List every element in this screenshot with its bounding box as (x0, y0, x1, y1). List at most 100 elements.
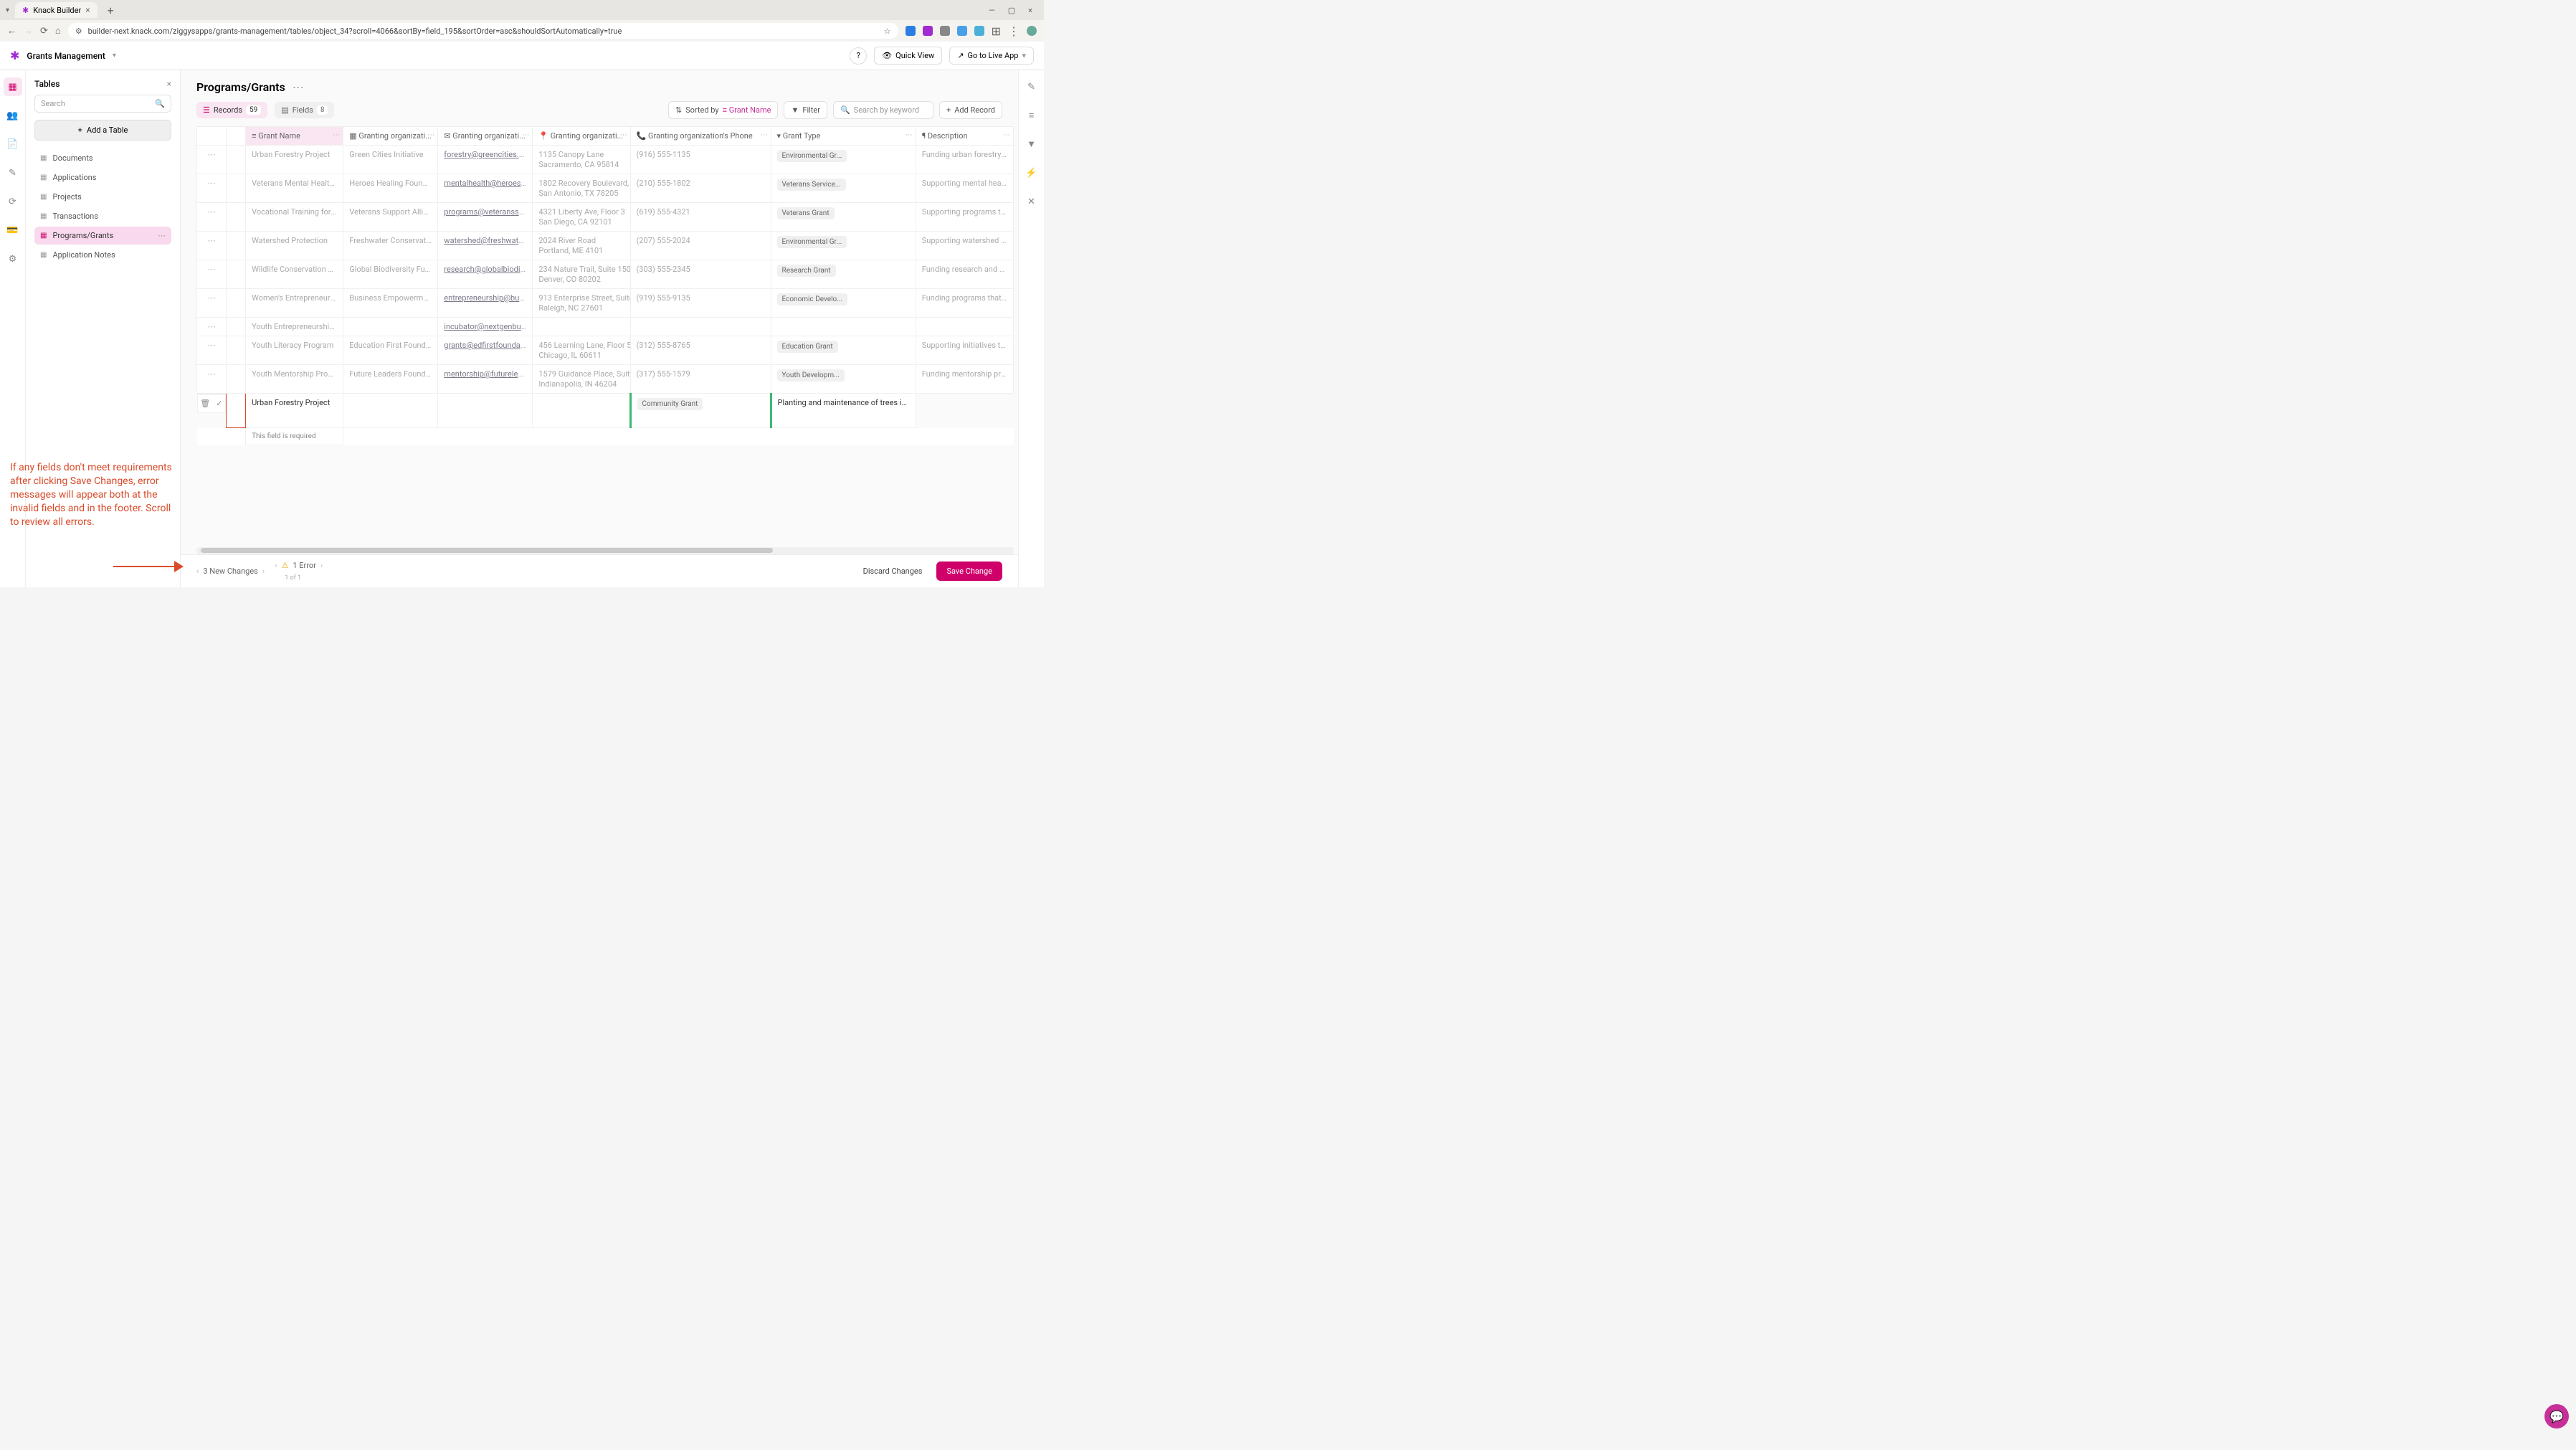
page-more-icon[interactable]: ⋯ (293, 80, 304, 94)
cell-desc[interactable] (916, 318, 1013, 336)
email-link[interactable]: research@globalbiodiver... (444, 265, 533, 274)
col-more-icon[interactable]: ⋯ (761, 131, 768, 139)
go-to-live-app-button[interactable]: ↗ Go to Live App ▾ (949, 47, 1034, 65)
table-item-projects[interactable]: ▦Projects (34, 188, 171, 206)
cell-phone[interactable]: (312) 555-8765 (630, 336, 771, 365)
delete-row-icon[interactable]: 🗑 (200, 399, 210, 408)
row-more-icon[interactable]: ⋯ (197, 318, 227, 336)
cell-phone[interactable]: (317) 555-1579 (630, 365, 771, 394)
close-window-icon[interactable]: × (1028, 6, 1032, 15)
rail-tool-3-icon[interactable]: ▼ (1022, 135, 1041, 153)
url-field[interactable]: ⚙ builder-next.knack.com/ziggysapps/gran… (68, 23, 898, 39)
extension-icon-3[interactable] (940, 26, 950, 36)
add-table-button[interactable]: + Add a Table (34, 120, 171, 141)
col-more-icon[interactable]: ⋯ (333, 131, 340, 139)
email-link[interactable]: watershed@freshwaterc... (444, 236, 533, 245)
table-row[interactable]: ⋯ Youth Literacy Program Education First… (197, 336, 1014, 365)
edit-grant-name-input[interactable] (227, 394, 246, 428)
cell-phone[interactable]: (919) 555-9135 (630, 289, 771, 318)
rail-users-icon[interactable]: 👥 (4, 106, 22, 125)
row-checkbox[interactable] (227, 146, 246, 174)
cell-org[interactable]: Future Leaders Foundation (343, 365, 438, 394)
fields-tab[interactable]: ▤ Fields 8 (275, 102, 334, 118)
cell-email[interactable]: mentorship@futureleade... (438, 365, 533, 394)
cell-phone[interactable] (630, 318, 771, 336)
email-link[interactable]: programs@veteranssupp... (444, 207, 533, 217)
edit-addr-cell[interactable] (438, 394, 533, 428)
email-link[interactable]: grants@edfirstfoundatio... (444, 341, 533, 350)
menu-icon[interactable]: ⋮ (1008, 24, 1020, 38)
cell-addr[interactable]: 1135 Canopy LaneSacramento, CA 95814 (533, 146, 630, 174)
col-granting-org[interactable]: ▦ Granting organizati...⋯ (343, 127, 438, 146)
col-grant-name[interactable]: ≡ Grant Name⋯ (246, 127, 343, 146)
add-record-button[interactable]: + Add Record (939, 101, 1002, 119)
help-button[interactable]: ? (850, 47, 867, 65)
confirm-row-icon[interactable]: ✓ (216, 399, 222, 408)
col-more-icon[interactable]: ⋯ (522, 131, 529, 139)
cell-desc[interactable]: Funding mentorship programs that connect… (916, 365, 1013, 394)
rail-tool-2-icon[interactable]: ≡ (1022, 106, 1041, 125)
cell-type[interactable]: Economic Develo... (771, 289, 916, 318)
maximize-icon[interactable]: ▢ (1008, 6, 1015, 15)
table-item-applications[interactable]: ▦Applications (34, 169, 171, 186)
col-description[interactable]: ¶ Description⋯ (916, 127, 1013, 146)
rail-tool-1-icon[interactable]: ✎ (1022, 77, 1041, 96)
app-dropdown-icon[interactable]: ▾ (113, 52, 116, 60)
cell-addr[interactable]: 1579 Guidance Place, Suite 2Indianapolis… (533, 365, 630, 394)
close-sidebar-icon[interactable]: × (167, 79, 171, 89)
edit-desc-cell[interactable]: Planting and maintenance of trees in urb… (771, 394, 916, 428)
row-more-icon[interactable]: ⋯ (197, 146, 227, 174)
col-grant-type[interactable]: ▾ Grant Type⋯ (771, 127, 916, 146)
cell-grant-name[interactable]: Urban Forestry Project (246, 146, 343, 174)
cell-email[interactable]: research@globalbiodiver... (438, 260, 533, 289)
quick-view-button[interactable]: 👁 Quick View (874, 47, 942, 65)
table-row[interactable]: ⋯ Veterans Mental Health S... Heroes Hea… (197, 174, 1014, 203)
cell-desc[interactable]: Funding research and conservation effort… (916, 260, 1013, 289)
table-row[interactable]: ⋯ Vocational Training for V... Veterans … (197, 203, 1014, 232)
cell-desc[interactable]: Supporting programs that assist veterans… (916, 203, 1013, 232)
cell-grant-name[interactable]: Youth Mentorship Program (246, 365, 343, 394)
cell-desc[interactable]: Supporting mental health services and re… (916, 174, 1013, 203)
cell-email[interactable]: mentalhealth@heroeshe... (438, 174, 533, 203)
rail-tool-4-icon[interactable]: ⚡ (1022, 164, 1041, 182)
cell-desc[interactable]: Supporting watershed protection and fres… (916, 232, 1013, 260)
browser-tab[interactable]: ✱ Knack Builder × (15, 2, 98, 18)
col-more-icon[interactable]: ⋯ (1003, 131, 1010, 139)
cell-type[interactable]: Environmental Gr... (771, 146, 916, 174)
cell-addr[interactable]: 234 Nature Trail, Suite 150Denver, CO 80… (533, 260, 630, 289)
extension-icon-5[interactable] (974, 26, 984, 36)
row-more-icon[interactable]: ⋯ (197, 174, 227, 203)
discard-changes-button[interactable]: Discard Changes (856, 561, 930, 581)
email-link[interactable]: mentorship@futureleade... (444, 369, 533, 379)
rail-edit-icon[interactable]: ✎ (4, 164, 22, 182)
table-row[interactable]: ⋯ Urban Forestry Project Green Cities In… (197, 146, 1014, 174)
cell-grant-name[interactable]: Wildlife Conservation Stu... (246, 260, 343, 289)
cell-email[interactable]: programs@veteranssupp... (438, 203, 533, 232)
site-info-icon[interactable]: ⚙ (75, 27, 82, 36)
cell-org[interactable] (343, 318, 438, 336)
chat-widget-button[interactable]: 💬 (2544, 1404, 2569, 1428)
row-checkbox[interactable] (227, 203, 246, 232)
back-button[interactable]: ← (7, 25, 16, 37)
cell-email[interactable]: forestry@greencities.org (438, 146, 533, 174)
rail-tables-icon[interactable]: ▦ (4, 77, 22, 96)
extension-icon-1[interactable] (906, 26, 916, 36)
save-change-button[interactable]: Save Change (936, 561, 1002, 581)
row-checkbox[interactable] (227, 318, 246, 336)
tab-dropdown[interactable]: ▾ (6, 6, 9, 14)
cell-email[interactable]: entrepreneurship@busin... (438, 289, 533, 318)
cell-grant-name[interactable]: Watershed Protection (246, 232, 343, 260)
email-link[interactable]: forestry@greencities.org (444, 150, 530, 159)
cell-addr[interactable]: 4321 Liberty Ave, Floor 3San Diego, CA 9… (533, 203, 630, 232)
col-more-icon[interactable]: ⋯ (906, 131, 913, 139)
search-keyword-input[interactable]: 🔍 Search by keyword (833, 101, 933, 119)
edit-type-cell[interactable]: Community Grant (630, 394, 771, 428)
cell-addr[interactable]: 913 Enterprise Street, Suite 4Raleigh, N… (533, 289, 630, 318)
cell-email[interactable]: watershed@freshwaterc... (438, 232, 533, 260)
home-button[interactable]: ⌂ (55, 25, 61, 37)
cell-type[interactable] (771, 318, 916, 336)
table-item-documents[interactable]: ▦Documents (34, 149, 171, 167)
filter-button[interactable]: ▼ Filter (784, 101, 827, 119)
row-checkbox[interactable] (227, 336, 246, 365)
row-checkbox[interactable] (227, 289, 246, 318)
